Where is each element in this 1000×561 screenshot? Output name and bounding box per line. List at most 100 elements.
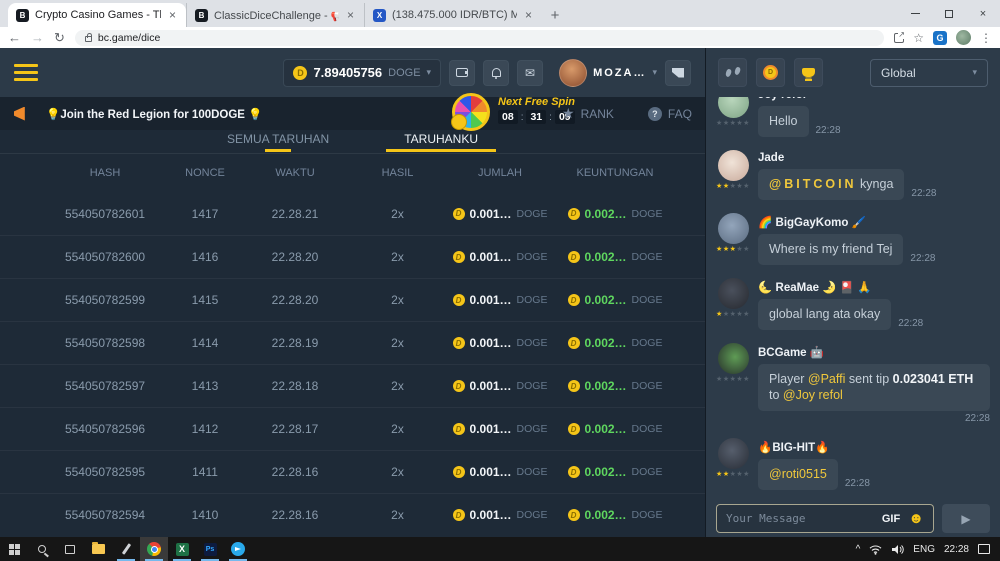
free-spin-widget[interactable]: Next Free Spin 08 : 31 : 09 bbox=[452, 93, 575, 131]
share-icon[interactable] bbox=[894, 33, 904, 43]
doge-coin-icon bbox=[568, 251, 580, 263]
forward-icon[interactable]: → bbox=[31, 31, 44, 44]
table-row[interactable]: 554050782598141422.28.192x 0.001…DOGE 0.… bbox=[0, 321, 705, 364]
back-icon[interactable]: ← bbox=[8, 31, 21, 44]
emoji-icon[interactable]: ☻ bbox=[908, 511, 924, 526]
close-window-button[interactable]: × bbox=[966, 0, 1000, 27]
chat-username[interactable]: BCGame 🤖 bbox=[758, 345, 990, 359]
chat-username[interactable]: 🔥BIG-HIT🔥 bbox=[758, 440, 990, 454]
contest-button[interactable] bbox=[794, 58, 823, 87]
chat-username[interactable]: 🌜 ReaMae 🌛 🎴 🙏 bbox=[758, 280, 990, 294]
table-row[interactable]: 554050782601141722.28.212x 0.001…DOGE 0.… bbox=[0, 192, 705, 235]
mention[interactable]: @roti0515 bbox=[769, 467, 827, 481]
table-row[interactable]: 554050782599141522.28.202x 0.001…DOGE 0.… bbox=[0, 278, 705, 321]
mention[interactable]: @BITCOIN bbox=[769, 177, 857, 191]
message-time: 22:28 bbox=[910, 253, 935, 265]
chat-channel-select[interactable]: Global ▾ bbox=[870, 59, 988, 87]
secure-lock-icon[interactable] bbox=[85, 36, 92, 42]
browser-tab-1[interactable]: B Crypto Casino Games - The 8 Bes × bbox=[8, 3, 186, 27]
rank-button[interactable]: ★ RANK bbox=[562, 105, 614, 122]
language-indicator[interactable]: ENG bbox=[913, 544, 935, 555]
action-center-icon[interactable] bbox=[978, 544, 990, 554]
doge-coin-icon bbox=[453, 337, 465, 349]
promo-banner: 💡Join the Red Legion for 100DOGE 💡 Next … bbox=[0, 97, 705, 130]
maximize-button[interactable] bbox=[932, 0, 966, 27]
star-rating: ★★★★★ bbox=[716, 246, 750, 253]
browser-profile-avatar[interactable] bbox=[956, 30, 971, 45]
avatar[interactable] bbox=[718, 97, 749, 118]
mention[interactable]: @Joy refol bbox=[783, 388, 843, 402]
excel-button[interactable]: X bbox=[168, 537, 196, 561]
faq-button[interactable]: ? FAQ bbox=[648, 107, 692, 121]
hamburger-menu-icon[interactable] bbox=[14, 64, 38, 81]
chevron-down-icon: ▾ bbox=[652, 67, 657, 78]
star-rating: ★★★★★ bbox=[716, 183, 750, 190]
tab-taruhanku[interactable]: TARUHANKU bbox=[404, 132, 478, 152]
user-avatar[interactable] bbox=[559, 59, 587, 87]
tray-expand-icon[interactable]: ^ bbox=[856, 544, 861, 555]
coin-drop-button[interactable] bbox=[756, 58, 785, 87]
doge-coin-icon bbox=[453, 208, 465, 220]
chat-toggle-button[interactable] bbox=[665, 60, 691, 86]
extension-icon[interactable]: G bbox=[933, 31, 947, 45]
table-row[interactable]: 554050782595141122.28.162x 0.001…DOGE 0.… bbox=[0, 450, 705, 493]
table-row[interactable]: 554050782597141322.28.182x 0.001…DOGE 0.… bbox=[0, 364, 705, 407]
browser-menu-icon[interactable]: ⋮ bbox=[980, 31, 992, 45]
rank-star-icon: ★ bbox=[562, 105, 575, 122]
tab-semua-taruhan[interactable]: SEMUA TARUHAN bbox=[227, 132, 329, 152]
rain-button[interactable] bbox=[718, 58, 747, 87]
browser-tab-3[interactable]: X (138.475.000 IDR/BTC) Market - I × bbox=[364, 3, 542, 27]
chat-message-input[interactable] bbox=[726, 512, 874, 525]
table-row[interactable]: 554050782594141022.28.162x 0.001…DOGE 0.… bbox=[0, 493, 705, 536]
chrome-button[interactable] bbox=[140, 537, 168, 561]
chat-username[interactable]: Jade bbox=[758, 152, 990, 164]
avatar[interactable] bbox=[718, 278, 749, 309]
telegram-button[interactable] bbox=[224, 537, 252, 561]
chat-messages[interactable]: ★★★★★ Joy refol Hello 22:28 ★★★★★ Jade bbox=[706, 97, 1000, 503]
send-message-button[interactable]: ▶ bbox=[942, 504, 990, 533]
chevron-down-icon: ▾ bbox=[972, 67, 977, 78]
chat-input-box[interactable]: GIF ☻ bbox=[716, 504, 934, 533]
tip-amount: 0.023041 ETH bbox=[893, 372, 974, 386]
close-tab-icon[interactable]: × bbox=[345, 8, 356, 22]
bookmark-icon[interactable]: ☆ bbox=[913, 31, 924, 45]
speaker-icon[interactable] bbox=[891, 544, 904, 555]
paint-app-button[interactable] bbox=[112, 537, 140, 561]
bcgame-favicon: B bbox=[16, 9, 29, 22]
wallet-button[interactable] bbox=[449, 60, 475, 86]
file-explorer-button[interactable] bbox=[84, 537, 112, 561]
mention[interactable]: @Paffi bbox=[808, 372, 845, 386]
minimize-button[interactable] bbox=[898, 0, 932, 27]
table-row[interactable]: 554050782600141622.28.202x 0.001…DOGE 0.… bbox=[0, 235, 705, 278]
taskbar-search-button[interactable] bbox=[28, 537, 56, 561]
chat-username[interactable]: 🌈 BigGayKomo 🖌️ bbox=[758, 215, 990, 229]
refresh-icon[interactable]: ↻ bbox=[54, 31, 65, 44]
gif-button[interactable]: GIF bbox=[882, 513, 900, 525]
taskbar-clock[interactable]: 22:28 bbox=[944, 544, 969, 555]
star-rating: ★★★★★ bbox=[716, 471, 750, 478]
new-tab-button[interactable]: + bbox=[542, 3, 568, 27]
avatar[interactable] bbox=[718, 150, 749, 181]
user-menu[interactable]: MOZA… ▾ bbox=[559, 59, 657, 87]
close-tab-icon[interactable]: × bbox=[167, 8, 178, 22]
table-row[interactable]: 554050782596141222.28.172x 0.001…DOGE 0.… bbox=[0, 407, 705, 450]
wifi-icon[interactable] bbox=[869, 544, 882, 555]
messages-button[interactable]: ✉ bbox=[517, 60, 543, 86]
url-field[interactable]: bc.game/dice bbox=[75, 30, 884, 46]
close-tab-icon[interactable]: × bbox=[523, 8, 534, 22]
balance-selector[interactable]: 7.89405756 DOGE ▾ bbox=[283, 59, 441, 87]
spin-wheel-icon[interactable] bbox=[452, 93, 490, 131]
chat-message: ★★★★★ Joy refol Hello 22:28 bbox=[716, 97, 990, 137]
promo-message[interactable]: 💡Join the Red Legion for 100DOGE 💡 bbox=[46, 107, 263, 121]
avatar[interactable] bbox=[718, 438, 749, 469]
photoshop-button[interactable]: Ps bbox=[196, 537, 224, 561]
browser-tab-2[interactable]: B ClassicDiceChallenge - 📢Annou × bbox=[186, 3, 364, 27]
chat-bubble: @BITCOIN kynga bbox=[758, 169, 904, 200]
start-button[interactable] bbox=[0, 537, 28, 561]
excel-icon: X bbox=[176, 543, 189, 556]
avatar[interactable] bbox=[718, 343, 749, 374]
task-view-button[interactable] bbox=[56, 537, 84, 561]
chat-username[interactable]: Joy refol bbox=[758, 97, 990, 101]
notifications-button[interactable] bbox=[483, 60, 509, 86]
avatar[interactable] bbox=[718, 213, 749, 244]
